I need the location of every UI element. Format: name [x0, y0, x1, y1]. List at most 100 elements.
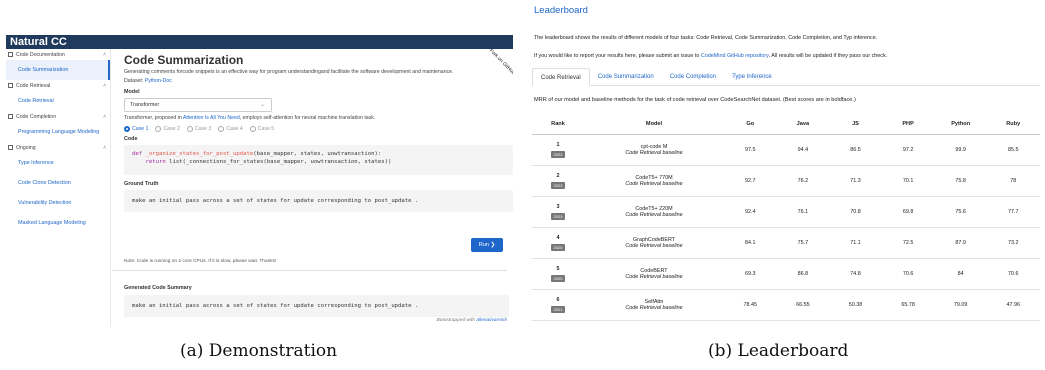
code-text: (base_mapper, states, uowtransaction): [253, 151, 382, 157]
rank-value: 5 [556, 266, 560, 272]
tab-code-summarization[interactable]: Code Summarization [590, 68, 662, 86]
case-2-radio[interactable]: Case 2 [155, 126, 180, 132]
radio-icon [155, 126, 162, 132]
footer-credit: Bootstrapped with allenai/varnish [437, 318, 507, 323]
ground-truth-box: make an initial pass across a set of sta… [124, 190, 513, 212]
sidebar-item-programming-language-modeling[interactable]: Programming Language Modeling [6, 122, 110, 142]
chevron-up-icon: ˄ [103, 144, 106, 151]
score-cell: 50.38 [848, 302, 863, 308]
ground-truth-label: Ground Truth [124, 181, 159, 187]
tab-code-completion[interactable]: Code Completion [662, 68, 724, 86]
score-cell: 86.5 [850, 147, 861, 153]
score-cell: 76.2 [797, 178, 809, 184]
code-text: list(_connections_for_states(base_mapper… [169, 159, 392, 165]
score-cell: 77.7 [1008, 209, 1019, 215]
results-table: Rank Model Go Java JS PHP Python Ruby 1 2… [532, 113, 1040, 321]
model-select[interactable]: Transformer ⌄ [124, 98, 272, 112]
sidebar-group-code-retrieval[interactable]: Code Retrieval ˄ [6, 80, 110, 91]
case-3-radio[interactable]: Case 3 [186, 126, 212, 132]
year-badge: 2020 [550, 275, 566, 282]
score-cell: 69.8 [902, 209, 914, 215]
sidebar-item-type-inference[interactable]: Type Inference [6, 153, 110, 173]
table-row: 2 2023 CodeT5+ 770M Code Retrieval baselin… [532, 166, 1040, 197]
sidebar-item-code-retrieval[interactable]: Code Retrieval [6, 91, 110, 111]
rank-value: 4 [556, 235, 560, 241]
code-editor[interactable]: def _organize_states_for_post_update(bas… [124, 145, 513, 175]
sidebar-group-code-documentation[interactable]: Code Documentation ˄ [6, 49, 110, 60]
page-title: Code Summarization [124, 53, 244, 67]
main-content: Code Summarization Generating comments f… [112, 49, 513, 327]
tab-type-inference[interactable]: Type Inference [724, 68, 780, 86]
model-subtitle: Code Retrieval baseline [625, 212, 683, 218]
expand-icon [8, 114, 13, 119]
paper-link[interactable]: Attention Is All You Need [183, 115, 240, 121]
chevron-up-icon: ˄ [103, 51, 106, 58]
code-keyword: def [132, 151, 143, 157]
model-cell: CodeT5+ 770M Code Retrieval baseline [584, 175, 724, 187]
score-cell: 87.9 [955, 240, 966, 246]
model-cell: CodeT5+ 220M Code Retrieval baseline [584, 206, 724, 218]
case-1-radio[interactable]: Case 1 [124, 126, 148, 132]
sidebar-item-masked-language-modeling[interactable]: Masked Language Modeling [6, 213, 110, 233]
tab-code-retrieval[interactable]: Code Retrieval [532, 68, 590, 86]
sidebar-group-ongoing[interactable]: Ongoing ˄ [6, 142, 110, 153]
sidebar-item-code-clone-detection[interactable]: Code Clone Detection [6, 173, 110, 193]
table-caption: MRR of our model and baseline methods fo… [534, 97, 856, 103]
sidebar-item-code-summarization[interactable]: Code Summarization [6, 60, 110, 80]
task-tabs: Code Retrieval Code Summarization Code C… [532, 68, 1040, 86]
rank-cell: 6 2021 [532, 297, 584, 313]
score-cell: 72.5 [902, 240, 914, 246]
column-header: Python [951, 120, 971, 127]
model-cell: SelfAttn Code Retrieval baseline [584, 299, 724, 311]
score-cell: 92.4 [745, 209, 756, 215]
table-row: 1 2022 cpt-code M Code Retrieval baseline … [532, 135, 1040, 166]
score-cell: 74.8 [850, 271, 861, 277]
model-note-prefix: Transformer, proposed in [124, 115, 182, 121]
score-cell: 70.1 [902, 178, 914, 184]
chevron-down-icon: ⌄ [259, 102, 265, 108]
score-cell: 66.55 [796, 302, 810, 308]
app-brand: Natural CC [6, 35, 513, 49]
leaderboard-title: Leaderboard [534, 5, 588, 16]
score-cell: 86.8 [797, 271, 809, 277]
radio-selected-icon [124, 126, 130, 132]
score-cell: 65.78 [901, 302, 915, 308]
run-button[interactable]: Run ❯ [471, 238, 503, 252]
column-header: Rank [551, 120, 565, 127]
score-cell: 76.1 [797, 209, 809, 215]
year-badge: 2022 [550, 151, 566, 158]
case-4-radio[interactable]: Case 4 [218, 126, 243, 132]
radio-icon [186, 126, 193, 132]
case-label: Case 3 [194, 126, 212, 132]
sidebar: Code Documentation ˄ Code Summarization … [6, 49, 111, 327]
case-label: Case 1 [132, 126, 149, 132]
score-cell: 75.8 [955, 178, 966, 184]
rank-value: 6 [556, 297, 560, 303]
model-subtitle: Code Retrieval baseline [625, 305, 683, 311]
score-cell: 69.3 [745, 271, 756, 277]
score-cell: 97.5 [745, 147, 756, 153]
sidebar-group-code-completion[interactable]: Code Completion ˄ [6, 111, 110, 122]
repository-link[interactable]: CodeMind GitHub repository [701, 53, 769, 59]
footer-link[interactable]: allenai/varnish [476, 318, 507, 323]
score-cell: 75.6 [955, 209, 966, 215]
rank-cell: 4 2020 [532, 235, 584, 251]
column-header: Ruby [1006, 120, 1021, 127]
table-row: 6 2021 SelfAttn Code Retrieval baseline 78… [532, 290, 1040, 321]
column-header: Java [796, 120, 810, 127]
column-header: Model [645, 120, 663, 127]
case-label: Case 4 [226, 126, 243, 132]
caption-demonstration: (a) Demonstration [180, 341, 338, 361]
model-cell: cpt-code M Code Retrieval baseline [584, 144, 724, 156]
table-row: 3 2023 CodeT5+ 220M Code Retrieval baselin… [532, 197, 1040, 228]
dataset-link[interactable]: Python-Doc [145, 78, 172, 84]
model-subtitle: Code Retrieval baseline [625, 274, 683, 280]
caption-leaderboard: (b) Leaderboard [708, 341, 849, 361]
generated-summary-box: make an initial pass across a set of sta… [124, 295, 509, 317]
sidebar-item-vulnerability-detection[interactable]: Vulnerability Detection [6, 193, 110, 213]
case-5-radio[interactable]: Case 5 [249, 126, 274, 132]
score-cell: 70.8 [850, 209, 861, 215]
dataset-line: Dataset: Python-Doc [124, 78, 513, 85]
score-cell: 94.4 [797, 147, 809, 153]
score-cell: 84 [957, 271, 964, 277]
